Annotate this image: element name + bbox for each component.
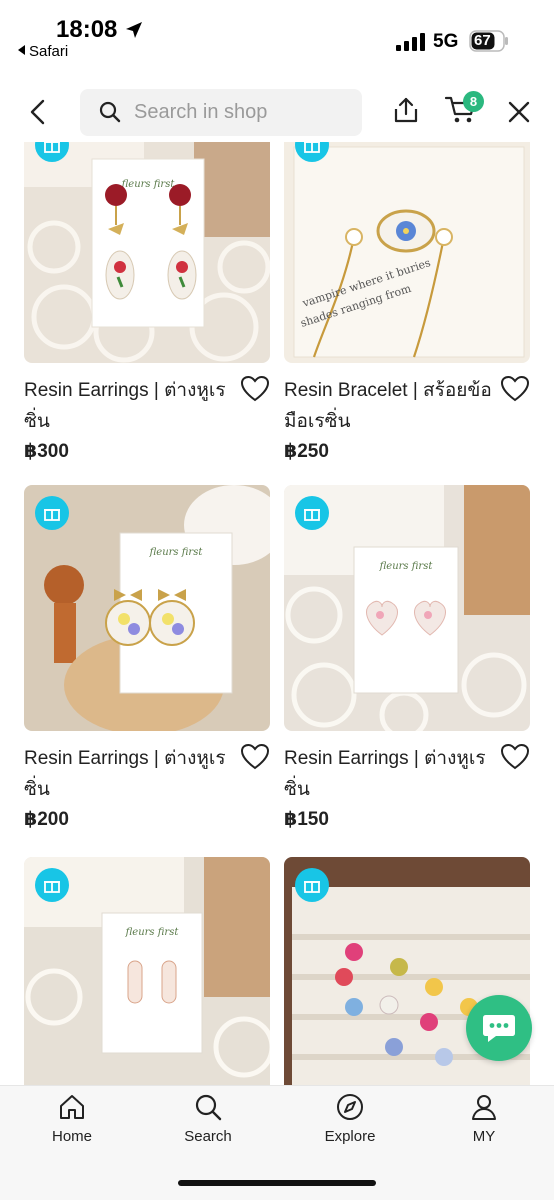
nav-search-label: Search: [184, 1128, 232, 1145]
gift-badge: [35, 496, 69, 530]
nav-my[interactable]: MY: [434, 1092, 534, 1145]
heart-icon[interactable]: [240, 375, 270, 403]
heart-icon[interactable]: [500, 743, 530, 771]
battery-level: 67: [474, 32, 491, 49]
chevron-left-icon: [30, 99, 45, 125]
nav-home-label: Home: [51, 1128, 92, 1145]
product-card[interactable]: fleurs first Resin Earrings | ต่างหูเรซิ…: [284, 485, 530, 830]
product-image-blue-flower-bracelet[interactable]: vampire where it buries shades ranging f…: [284, 142, 530, 363]
svg-text:fleurs first: fleurs first: [125, 927, 180, 938]
back-to-app-link[interactable]: Safari: [18, 43, 68, 60]
nav-home[interactable]: Home: [22, 1092, 122, 1145]
search-input[interactable]: [134, 97, 354, 127]
nav-search[interactable]: Search: [158, 1092, 258, 1145]
product-price: ฿200: [24, 809, 69, 830]
product-image-capsule-earrings[interactable]: fleurs first: [24, 857, 270, 1085]
product-price: ฿250: [284, 441, 329, 462]
product-image-heart-stud-earrings[interactable]: fleurs first: [284, 485, 530, 731]
product-image-bow-circle-earrings[interactable]: fleurs first: [24, 485, 270, 731]
nav-explore-label: Explore: [324, 1128, 376, 1145]
back-app-label: Safari: [29, 43, 69, 60]
close-icon: [508, 101, 530, 123]
product-title[interactable]: Resin Earrings | ต่างหูเรซิ่น: [24, 743, 234, 805]
product-card[interactable]: vampire where it buries shades ranging f…: [284, 142, 530, 462]
share-icon: [394, 97, 418, 123]
svg-text:fleurs first: fleurs first: [379, 561, 434, 572]
close-button[interactable]: [503, 96, 535, 128]
product-price: ฿300: [24, 441, 69, 462]
cellular-signal-icon: [396, 33, 425, 51]
home-icon: [60, 1095, 84, 1119]
status-bar: 18:08 Safari 5G 67: [0, 0, 554, 78]
search-icon: [99, 101, 121, 123]
user-icon: [472, 1095, 496, 1120]
product-title[interactable]: Resin Earrings | ต่างหูเรซิ่น: [24, 375, 234, 437]
location-arrow-icon: [126, 22, 142, 38]
search-icon: [195, 1094, 222, 1121]
back-triangle-icon: [18, 45, 25, 55]
heart-icon[interactable]: [500, 375, 530, 403]
chat-bubble-icon: [483, 1015, 515, 1042]
gift-icon: [44, 142, 60, 153]
compass-icon: [337, 1094, 363, 1120]
share-button[interactable]: [390, 94, 422, 126]
battery-indicator: 67: [469, 30, 509, 52]
chat-button[interactable]: [466, 995, 532, 1061]
nav-my-label: MY: [472, 1128, 496, 1145]
nav-explore[interactable]: Explore: [300, 1092, 400, 1145]
shop-search-box[interactable]: [80, 89, 362, 136]
status-time: 18:08: [56, 16, 118, 43]
heart-icon[interactable]: [240, 743, 270, 771]
gift-badge: [295, 868, 329, 902]
svg-text:fleurs first: fleurs first: [121, 179, 176, 190]
product-price: ฿150: [284, 809, 329, 830]
gift-badge: [295, 496, 329, 530]
product-card[interactable]: fleurs first: [24, 857, 270, 1085]
product-card[interactable]: fleurs first Resin Earrings | ต่างหูเรซิ…: [24, 485, 270, 830]
cart-count-badge: 8: [463, 91, 484, 112]
gift-icon: [44, 509, 60, 521]
network-type: 5G: [433, 31, 459, 52]
back-button[interactable]: [22, 96, 54, 128]
product-card[interactable]: fleurs first Resin Earrings | ต่างหูเรซิ…: [24, 142, 270, 462]
gift-icon: [304, 881, 320, 893]
gift-icon: [44, 881, 60, 893]
gift-badge: [35, 868, 69, 902]
svg-text:fleurs first: fleurs first: [149, 547, 204, 558]
gift-icon: [304, 142, 320, 153]
gift-icon: [304, 509, 320, 521]
home-indicator[interactable]: [178, 1180, 376, 1186]
product-title[interactable]: Resin Earrings | ต่างหูเรซิ่น: [284, 743, 494, 805]
product-title[interactable]: Resin Bracelet | สร้อยข้อมือเรซิ่น: [284, 375, 494, 437]
product-image-red-rose-earrings[interactable]: fleurs first: [24, 142, 270, 363]
product-grid: fleurs first Resin Earrings | ต่างหูเรซิ…: [0, 142, 554, 1085]
